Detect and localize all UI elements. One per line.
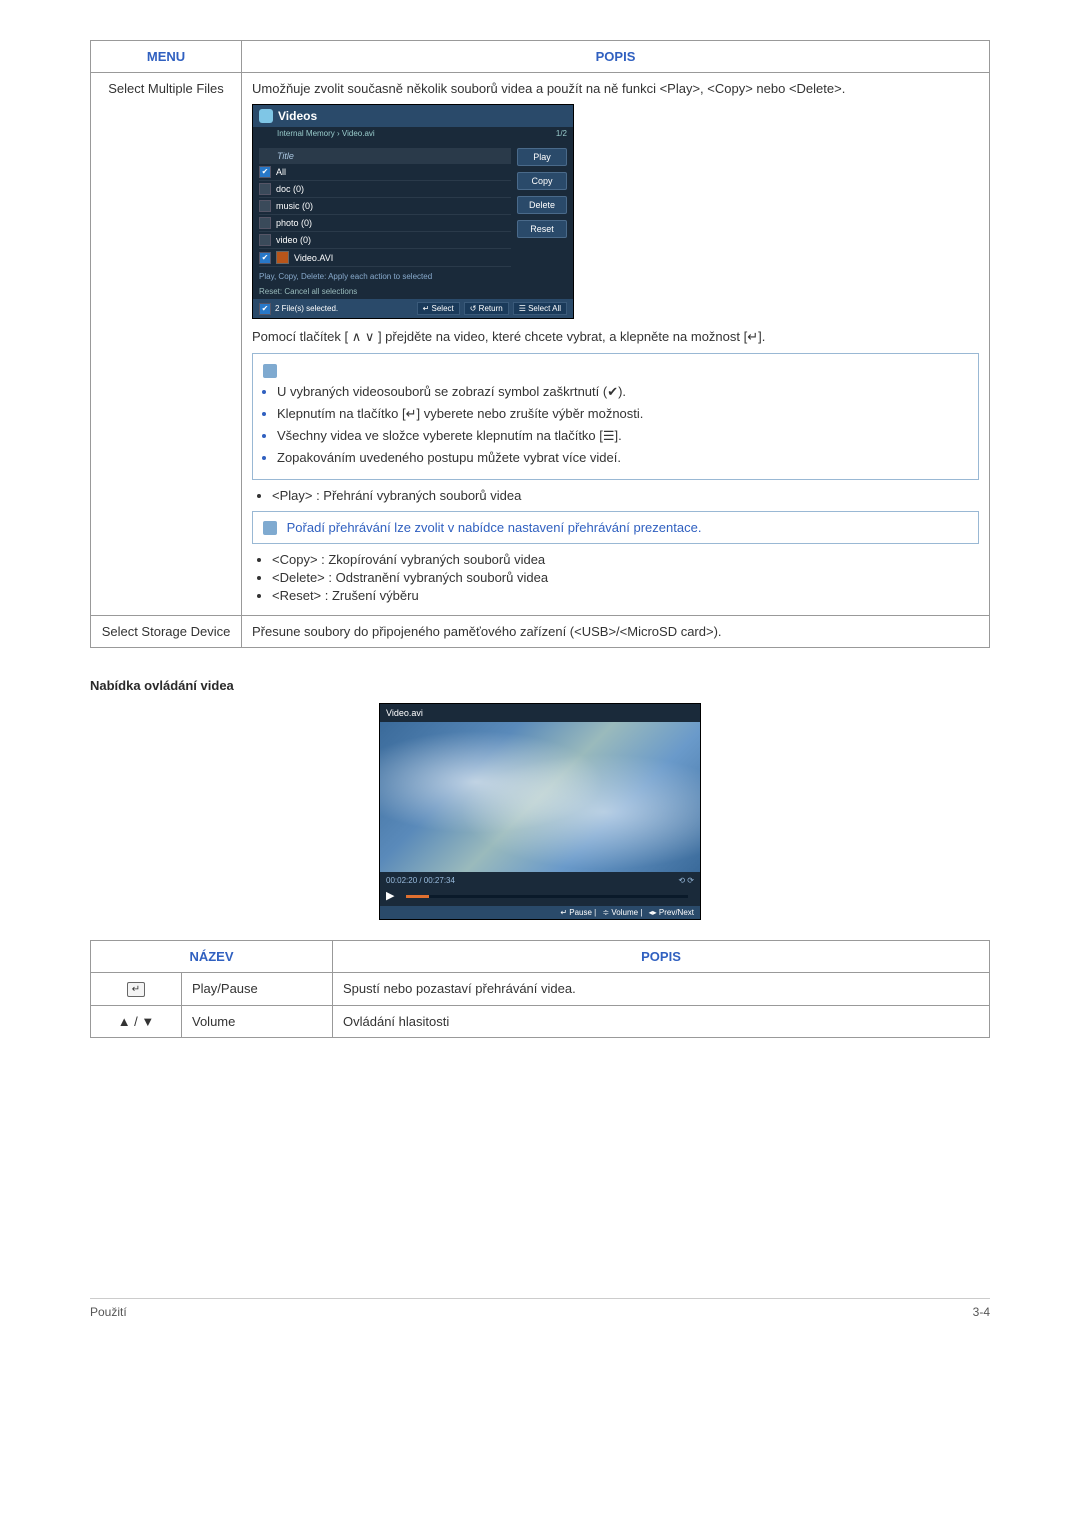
videos-breadcrumb: Internal Memory › Video.avi bbox=[277, 129, 375, 138]
header-menu: MENU bbox=[91, 41, 242, 73]
copy-button[interactable]: Copy bbox=[517, 172, 567, 190]
header-popis: POPIS bbox=[242, 41, 990, 73]
loop-icon: ⟳ bbox=[687, 876, 694, 885]
desc-select-multiple-files: Umožňuje zvolit současně několik souborů… bbox=[242, 73, 990, 616]
checkbox-icon bbox=[259, 217, 271, 229]
control-icon-cell: ▲ / ▼ bbox=[91, 1006, 182, 1038]
videos-page-indicator: 1/2 bbox=[556, 129, 567, 138]
note-icon bbox=[263, 364, 277, 378]
list-item-label: video (0) bbox=[276, 235, 311, 245]
reset-button[interactable]: Reset bbox=[517, 220, 567, 238]
list-item[interactable]: ✔ All bbox=[259, 164, 511, 181]
footer-select-button[interactable]: ↵ Select bbox=[417, 302, 460, 315]
list-item-label: All bbox=[276, 167, 286, 177]
list-item[interactable]: doc (0) bbox=[259, 181, 511, 198]
footer-pause-hint: ↵ Pause bbox=[560, 908, 592, 917]
control-table: NÁZEV POPIS ↵ Play/Pause Spustí nebo poz… bbox=[90, 940, 990, 1038]
menu-select-storage-device: Select Storage Device bbox=[91, 616, 242, 648]
footer-volume-hint: ≑ Volume bbox=[602, 908, 638, 917]
footer-nav-hint: ◂▸ Prev/Next bbox=[649, 908, 694, 917]
videos-title: Videos bbox=[278, 109, 317, 123]
menu-select-multiple-files: Select Multiple Files bbox=[91, 73, 242, 616]
checkbox-checked-icon: ✔ bbox=[259, 252, 271, 264]
player-time: 00:02:20 / 00:27:34 bbox=[386, 876, 455, 885]
section-heading-video-control: Nabídka ovládání videa bbox=[90, 678, 990, 693]
note-box-1: U vybraných videosouborů se zobrazí symb… bbox=[252, 353, 979, 480]
videos-screen-mock: Videos Internal Memory › Video.avi 1/2 T… bbox=[252, 104, 574, 319]
footer-section: Použití bbox=[90, 1305, 127, 1319]
control-icon-cell: ↵ bbox=[91, 973, 182, 1006]
control-name: Play/Pause bbox=[182, 973, 333, 1006]
list-header-title: Title bbox=[259, 148, 511, 164]
list-item[interactable]: video (0) bbox=[259, 232, 511, 249]
repeat-icon: ⟲ bbox=[678, 876, 685, 885]
desc-intro: Umožňuje zvolit současně několik souborů… bbox=[252, 81, 979, 96]
delete-button[interactable]: Delete bbox=[517, 196, 567, 214]
page-footer: Použití 3-4 bbox=[90, 1298, 990, 1319]
video-thumb-icon bbox=[276, 251, 289, 264]
navigation-instruction: Pomocí tlačítek [ ∧ ∨ ] přejděte na vide… bbox=[252, 329, 979, 345]
list-item-label: photo (0) bbox=[276, 218, 312, 228]
play-desc: <Play> : Přehrání vybraných souborů vide… bbox=[272, 488, 979, 503]
control-name: Volume bbox=[182, 1006, 333, 1038]
selected-count: 2 File(s) selected. bbox=[275, 304, 338, 313]
checkbox-icon bbox=[259, 183, 271, 195]
progress-bar[interactable] bbox=[406, 895, 688, 898]
checkbox-icon bbox=[259, 234, 271, 246]
menu-description-table: MENU POPIS Select Multiple Files Umožňuj… bbox=[90, 40, 990, 648]
videos-screen-header: Videos bbox=[253, 105, 573, 127]
video-player-mock: Video.avi 00:02:20 / 00:27:34 ⟲ ⟳ ▶ ↵ Pa… bbox=[379, 703, 701, 920]
note-item: Zopakováním uvedeného postupu můžete vyb… bbox=[277, 450, 621, 465]
player-footer: ↵ Pause | ≑ Volume | ◂▸ Prev/Next bbox=[380, 906, 700, 919]
action-buttons: Play Copy Delete Reset bbox=[517, 148, 567, 267]
list-item[interactable]: music (0) bbox=[259, 198, 511, 215]
checkbox-checked-icon: ✔ bbox=[259, 166, 271, 178]
enter-icon: ↵ bbox=[127, 982, 145, 997]
list-item[interactable]: photo (0) bbox=[259, 215, 511, 232]
list-item[interactable]: ✔ Video.AVI bbox=[259, 249, 511, 267]
note-item: U vybraných videosouborů se zobrazí symb… bbox=[277, 384, 626, 399]
note-order-text: Pořadí přehrávání lze zvolit v nabídce n… bbox=[287, 520, 702, 535]
checkbox-icon bbox=[259, 200, 271, 212]
control-desc: Spustí nebo pozastaví přehrávání videa. bbox=[333, 973, 990, 1006]
videos-breadcrumb-row: Internal Memory › Video.avi 1/2 bbox=[253, 127, 573, 144]
list-item-label: doc (0) bbox=[276, 184, 304, 194]
note-icon bbox=[263, 521, 277, 535]
play-icon[interactable]: ▶ bbox=[386, 889, 394, 902]
note-box-2: Pořadí přehrávání lze zvolit v nabídce n… bbox=[252, 511, 979, 545]
player-controls-bar: 00:02:20 / 00:27:34 ⟲ ⟳ bbox=[380, 872, 700, 889]
reset-desc: <Reset> : Zrušení výběru bbox=[272, 588, 979, 603]
hint-line-2: Reset: Cancel all selections bbox=[253, 284, 573, 299]
videos-list: Title ✔ All doc (0) music (0) bbox=[259, 148, 511, 267]
delete-desc: <Delete> : Odstranění vybraných souborů … bbox=[272, 570, 979, 585]
footer-page-number: 3-4 bbox=[973, 1305, 990, 1319]
footer-selectall-button[interactable]: ☰ Select All bbox=[513, 302, 567, 315]
films-icon bbox=[259, 109, 273, 123]
footer-return-button[interactable]: ↺ Return bbox=[464, 302, 509, 315]
play-button[interactable]: Play bbox=[517, 148, 567, 166]
hint-line-1: Play, Copy, Delete: Apply each action to… bbox=[253, 269, 573, 284]
control-desc: Ovládání hlasitosti bbox=[333, 1006, 990, 1038]
note-item: Klepnutím na tlačítko [↵] vyberete nebo … bbox=[277, 406, 643, 421]
header-popis: POPIS bbox=[333, 941, 990, 973]
desc-select-storage-device: Přesune soubory do připojeného paměťovéh… bbox=[242, 616, 990, 648]
videos-footer: ✔ 2 File(s) selected. ↵ Select ↺ Return … bbox=[253, 299, 573, 318]
checkbox-checked-icon: ✔ bbox=[259, 303, 271, 315]
player-video-area bbox=[380, 722, 700, 872]
header-name: NÁZEV bbox=[91, 941, 333, 973]
list-item-label: Video.AVI bbox=[294, 253, 333, 263]
player-title: Video.avi bbox=[380, 704, 700, 722]
note-item: Všechny videa ve složce vyberete klepnut… bbox=[277, 428, 622, 443]
copy-desc: <Copy> : Zkopírování vybraných souborů v… bbox=[272, 552, 979, 567]
list-item-label: music (0) bbox=[276, 201, 313, 211]
